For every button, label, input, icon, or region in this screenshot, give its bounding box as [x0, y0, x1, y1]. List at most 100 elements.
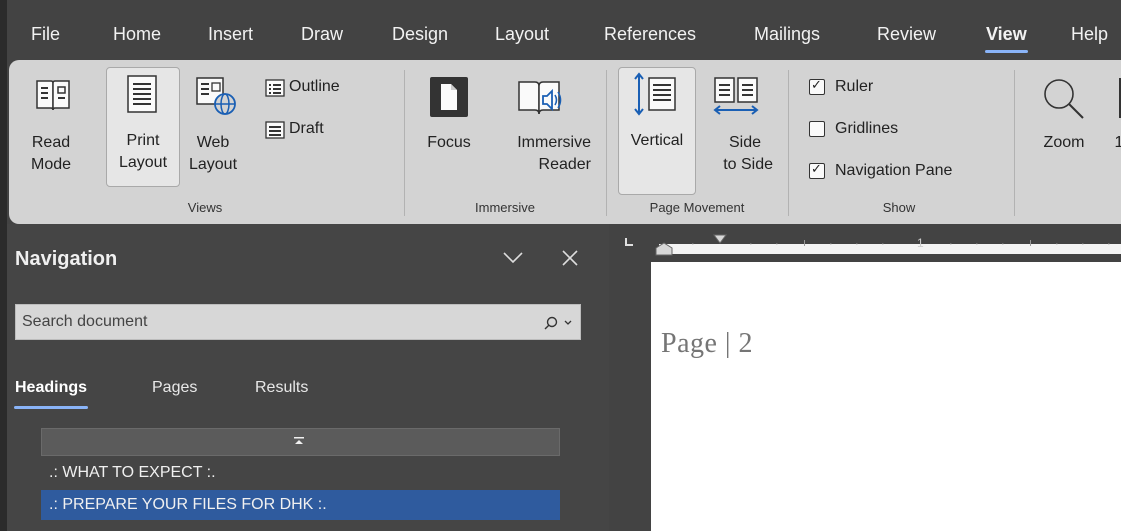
checkmark-icon: ✓: [811, 161, 822, 176]
tab-selector-icon[interactable]: [625, 238, 633, 246]
zoom-button[interactable]: Zoom: [1029, 70, 1099, 188]
focus-button[interactable]: Focus: [417, 70, 481, 188]
web-layout-icon: [196, 77, 236, 115]
web-layout-label-1: Web: [196, 134, 230, 151]
ruler-tick: ·: [1081, 238, 1085, 250]
read-mode-icon: [36, 80, 70, 111]
left-indent-marker-icon[interactable]: [655, 242, 673, 256]
menu-home[interactable]: Home: [113, 24, 161, 45]
menu-draw[interactable]: Draw: [301, 24, 343, 45]
read-mode-button[interactable]: Read Mode: [19, 70, 83, 188]
menu-layout[interactable]: Layout: [495, 24, 549, 45]
zoom-label: Zoom: [1043, 134, 1085, 151]
search-input[interactable]: Search document: [15, 304, 581, 340]
web-layout-button[interactable]: Web Layout: [181, 70, 245, 188]
ruler-tick: ·: [949, 238, 953, 250]
draft-button[interactable]: Draft: [265, 118, 365, 144]
document-page[interactable]: Page | 2: [651, 262, 1121, 531]
side-to-side-label-1: Side: [728, 134, 761, 151]
heading-item-selected[interactable]: .: PREPARE YOUR FILES FOR DHK :.: [41, 490, 560, 520]
print-layout-icon: [127, 75, 157, 113]
ruler-check-box: ✓: [809, 77, 825, 95]
ruler-tick: ı: [803, 237, 807, 249]
vertical-label: Vertical: [630, 132, 684, 149]
heading-item[interactable]: .: WHAT TO EXPECT :.: [41, 458, 560, 488]
active-tab-indicator: [985, 50, 1028, 53]
menu-view[interactable]: View: [985, 24, 1028, 53]
draft-label: Draft: [289, 120, 324, 137]
ruler-mark: 1: [917, 236, 924, 250]
side-to-side-label-2: to Side: [723, 156, 773, 173]
search-icon[interactable]: [544, 316, 558, 330]
tab-results[interactable]: Results: [255, 379, 308, 397]
ruler-tick: ·: [775, 238, 779, 250]
immersive-reader-icon: [518, 81, 562, 115]
ruler-label: Ruler: [835, 78, 874, 95]
read-mode-label-1: Read: [31, 134, 71, 151]
side-to-side-icon: [713, 77, 759, 115]
read-mode-label-2: Mode: [30, 156, 72, 173]
chevron-down-icon[interactable]: [503, 252, 523, 264]
print-layout-button[interactable]: Print Layout: [106, 67, 180, 187]
menu-design[interactable]: Design: [392, 24, 448, 45]
vertical-icon: [634, 72, 676, 116]
focus-label: Focus: [427, 134, 471, 151]
focus-icon: [430, 77, 468, 117]
document-gutter: [609, 224, 651, 531]
collapse-arrow-icon: [294, 437, 304, 444]
menu-help[interactable]: Help: [1071, 24, 1108, 45]
chevron-down-icon[interactable]: [564, 320, 572, 326]
search-placeholder: Search document: [22, 313, 148, 330]
navigation-pane: Navigation Search document Headings Page…: [7, 224, 609, 531]
ruler-tick: ·: [1107, 238, 1111, 250]
first-line-indent-marker-icon[interactable]: [713, 234, 727, 244]
navigation-pane-checkbox[interactable]: ✓ Navigation Pane: [809, 160, 999, 184]
navigation-title: Navigation: [15, 248, 118, 270]
tab-headings[interactable]: Headings: [14, 379, 89, 409]
immersive-reader-label-1: Immersive: [517, 134, 591, 151]
ribbon-separator: [404, 70, 405, 216]
horizontal-ruler[interactable]: · · · ı · · · 1 · · · ı · · ·: [651, 224, 1121, 262]
ruler-tick: ·: [829, 238, 833, 250]
word-window: File Home Insert Draw Design Layout Refe…: [7, 0, 1121, 531]
side-to-side-button[interactable]: Side to Side: [697, 70, 773, 188]
ruler-tick: ·: [749, 238, 753, 250]
menu-insert[interactable]: Insert: [208, 24, 253, 45]
ribbon-separator: [606, 70, 607, 216]
menu-bar: File Home Insert Draw Design Layout Refe…: [7, 10, 1121, 60]
web-layout-label-2: Layout: [188, 156, 238, 173]
ribbon-view: Read Mode Print Layout Web Layout Outlin…: [9, 60, 1121, 224]
zoom-100-button[interactable]: 1: [1109, 70, 1121, 188]
gridlines-checkbox[interactable]: Gridlines: [809, 118, 929, 142]
ruler-tick: ·: [855, 238, 859, 250]
zoom-100-label: 1: [1114, 134, 1121, 151]
ruler-checkbox[interactable]: ✓ Ruler: [809, 76, 909, 100]
immersive-reader-button[interactable]: Immersive Reader: [487, 70, 591, 188]
immersive-reader-label-2: Reader: [538, 156, 591, 173]
page-movement-group-label: Page Movement: [649, 200, 745, 215]
immersive-group-label: Immersive: [475, 200, 535, 215]
outline-label: Outline: [289, 78, 340, 95]
tab-pages[interactable]: Pages: [152, 379, 197, 397]
print-layout-label-1: Print: [126, 132, 160, 149]
gridlines-check-box: [809, 121, 825, 137]
ribbon-separator: [1014, 70, 1015, 216]
print-layout-label-2: Layout: [118, 154, 168, 171]
checkmark-icon: ✓: [811, 77, 822, 92]
menu-review[interactable]: Review: [877, 24, 936, 45]
menu-references[interactable]: References: [604, 24, 696, 45]
collapse-all-bar[interactable]: [41, 428, 560, 456]
vertical-button[interactable]: Vertical: [618, 67, 696, 195]
gridlines-label: Gridlines: [835, 120, 899, 137]
active-tab-indicator: [14, 406, 89, 409]
show-group-label: Show: [882, 200, 916, 215]
page-number-header: Page | 2: [661, 328, 754, 359]
zoom-icon: [1044, 79, 1084, 119]
menu-file[interactable]: File: [31, 24, 60, 45]
menu-mailings[interactable]: Mailings: [754, 24, 820, 45]
ruler-tick: ı: [1029, 237, 1033, 249]
ruler-tick: ·: [1001, 238, 1005, 250]
outline-button[interactable]: Outline: [265, 76, 377, 102]
ribbon-separator: [788, 70, 789, 216]
close-icon[interactable]: [562, 250, 578, 266]
